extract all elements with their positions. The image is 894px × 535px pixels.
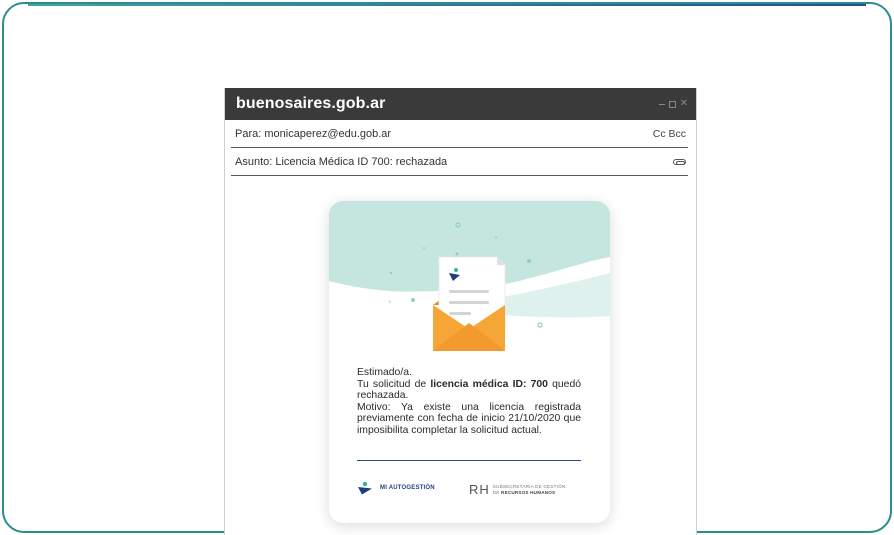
svg-text:×: × (494, 235, 498, 242)
reason-text: Motivo: Ya existe una licencia registrad… (357, 401, 581, 436)
subject-label: Asunto: Licencia Médica ID 700: rechazad… (235, 155, 448, 168)
to-label: Para: monicaperez@edu.gob.ar (235, 127, 392, 140)
window-titlebar: buenosaires.gob.ar ✕ (225, 88, 696, 120)
attachment-icon[interactable] (673, 158, 686, 165)
close-icon[interactable]: ✕ (680, 99, 688, 109)
mi-autogestion-label: MI AUTOGESTIÓN (380, 485, 435, 491)
window-controls: ✕ (658, 99, 696, 109)
window-title: buenosaires.gob.ar (236, 95, 386, 112)
status-text: Tu solicitud de licencia médica ID: 700 … (357, 378, 582, 402)
card-footer: MI AUTOGESTIÓN RH SUBSECRETARÍA DE GESTI… (357, 479, 583, 501)
frame-accent (28, 4, 866, 6)
rrhh-logo: RH SUBSECRETARÍA DE GESTIÓN DE RECURSOS … (469, 482, 565, 497)
mi-autogestion-icon (358, 481, 372, 495)
minimize-icon[interactable] (658, 104, 665, 105)
license-id-text: licencia médica ID: 700 (430, 378, 548, 390)
greeting-text: Estimado/a. (357, 367, 412, 378)
email-window: buenosaires.gob.ar ✕ Para: monicaperez@e… (224, 88, 697, 535)
rh-subtitle: SUBSECRETARÍA DE GESTIÓN DE RECURSOS HUM… (492, 484, 566, 495)
footer-divider (357, 460, 581, 461)
subject-field[interactable]: Asunto: Licencia Médica ID 700: rechazad… (231, 148, 688, 176)
maximize-icon[interactable] (668, 100, 676, 108)
cc-bcc-button[interactable]: Cc Bcc (653, 128, 688, 140)
hero-illustration: × × × (329, 201, 610, 351)
svg-text:×: × (388, 300, 392, 306)
rh-mark: RH (469, 482, 490, 497)
email-card: × × × Estimado/a. Tu solicitud de licenc… (329, 201, 610, 523)
mi-autogestion-logo: MI AUTOGESTIÓN (357, 481, 435, 495)
message-body: Estimado/a. Tu solicitud de licencia méd… (357, 367, 581, 436)
to-field[interactable]: Para: monicaperez@edu.gob.ar Cc Bcc (231, 120, 688, 148)
svg-text:×: × (422, 246, 426, 253)
